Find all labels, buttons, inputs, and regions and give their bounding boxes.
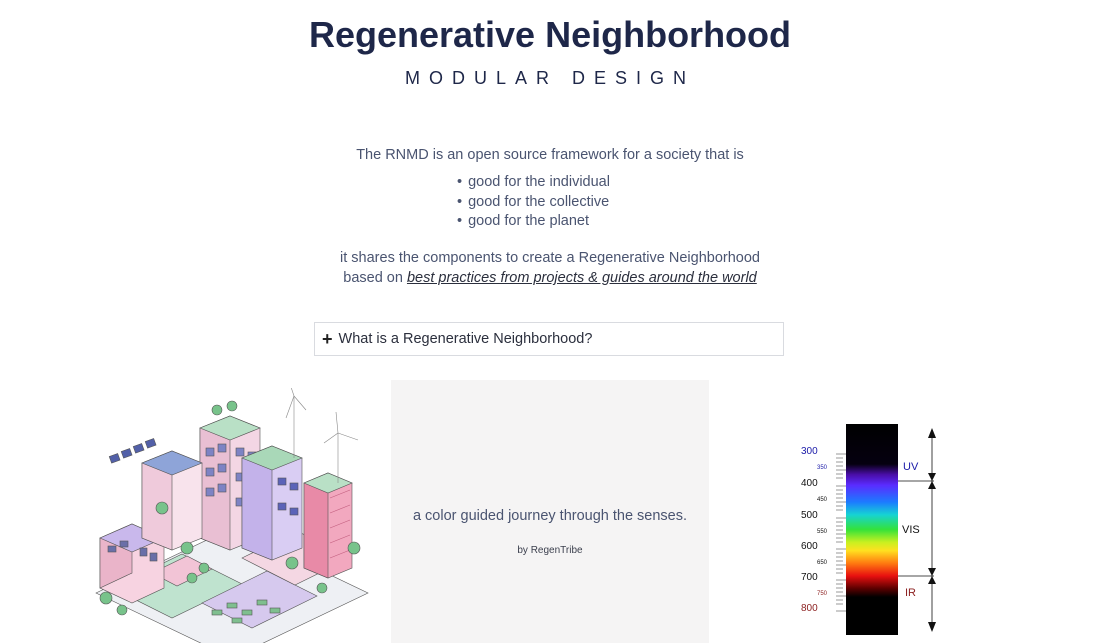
accordion-question: What is a Regenerative Neighborhood?: [338, 331, 593, 347]
shares-prefix: based on: [343, 270, 403, 286]
benefit-list: good for the individual good for the col…: [457, 173, 610, 232]
shares-line-2: based on best practices from projects & …: [0, 268, 1100, 288]
tick-label: 800: [801, 603, 818, 614]
tick-label: 700: [801, 572, 818, 583]
light-spectrum-chart: 300 400 500 600 700 800 350 450 550 650 …: [801, 424, 936, 635]
shares-line: it shares the components to create a Reg…: [340, 250, 760, 266]
faq-accordion-toggle[interactable]: + What is a Regenerative Neighborhood?: [314, 322, 784, 356]
list-item: good for the planet: [457, 212, 610, 232]
shares-paragraph: it shares the components to create a Reg…: [0, 248, 1100, 288]
tick-label: 650: [817, 560, 828, 566]
intro-text: The RNMD is an open source framework for…: [356, 147, 744, 163]
band-label-uv: UV: [903, 461, 919, 473]
tick-label: 400: [801, 478, 818, 489]
best-practices-link[interactable]: best practices from projects & guides ar…: [407, 270, 757, 286]
tick-label: 450: [817, 497, 828, 503]
tick-label: 500: [801, 510, 818, 521]
page-subtitle: MODULAR DESIGN: [404, 68, 696, 88]
band-label-ir: IR: [905, 587, 916, 599]
tick-label: 350: [817, 465, 828, 471]
tick-label: 750: [817, 591, 828, 597]
plus-icon: +: [322, 328, 333, 349]
list-item: good for the collective: [457, 193, 610, 213]
band-label-vis: VIS: [902, 524, 920, 536]
byline-text: by RegenTribe: [517, 545, 583, 556]
tagline-text: a color guided journey through the sense…: [412, 508, 688, 524]
tick-label: 600: [801, 541, 818, 552]
tick-label: 550: [817, 529, 828, 535]
neighborhood-illustration: [95, 388, 369, 643]
list-item: good for the individual: [457, 173, 610, 193]
page-title: Regenerative Neighborhood: [308, 14, 792, 55]
tick-label: 300: [801, 446, 818, 457]
tagline-panel: a color guided journey through the sense…: [391, 380, 709, 643]
spectrum-bar: [846, 424, 898, 635]
